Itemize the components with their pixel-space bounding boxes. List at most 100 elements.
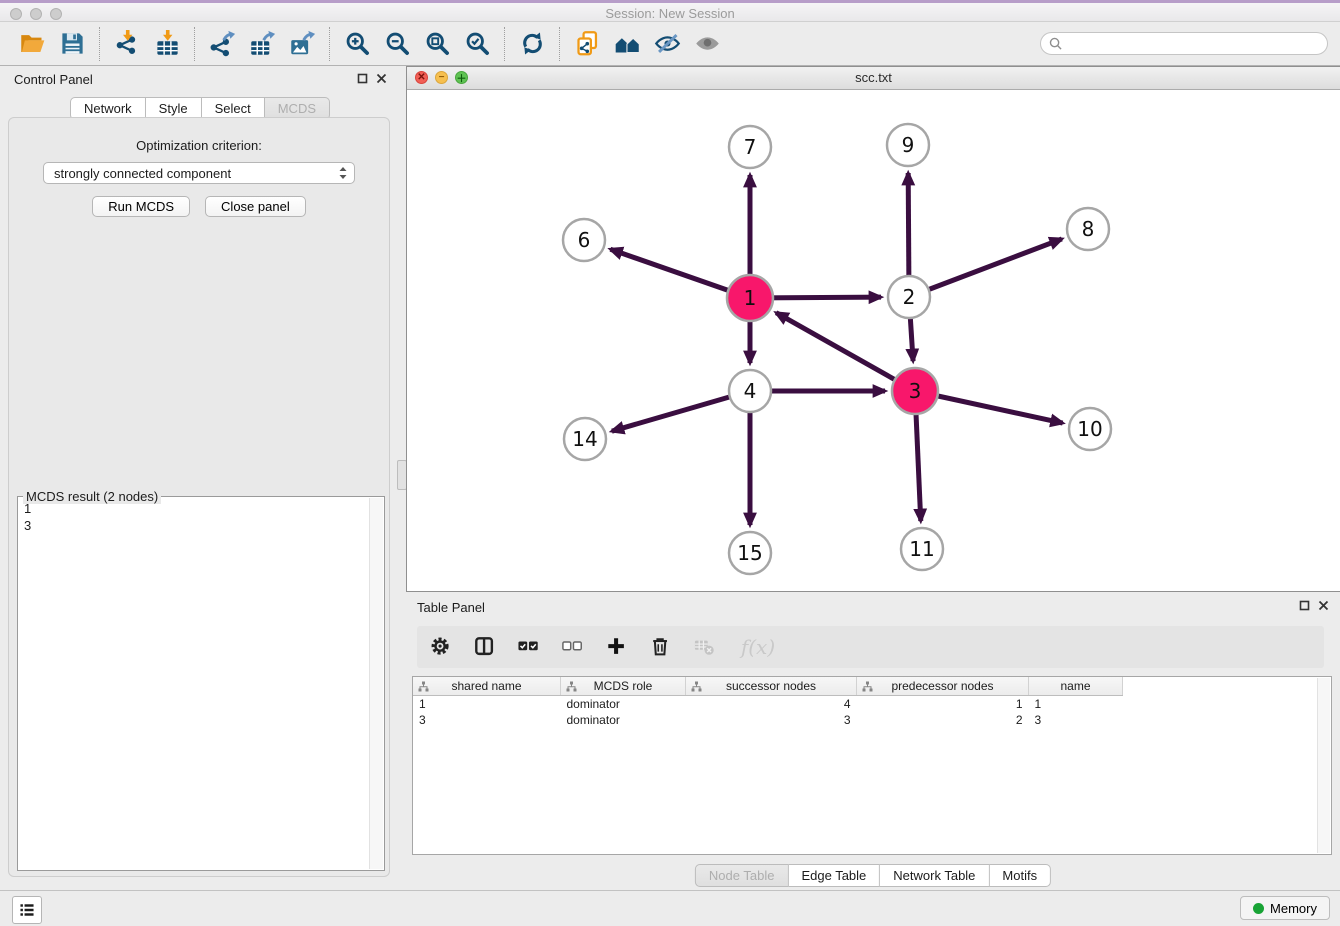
copy-style-icon — [574, 30, 601, 57]
copy-style-button[interactable] — [567, 25, 607, 63]
table-cell[interactable]: 1 — [857, 696, 1029, 713]
table-cell[interactable]: 2 — [857, 712, 1029, 728]
refresh-view-button[interactable] — [512, 25, 552, 63]
export-image-icon — [289, 30, 316, 57]
memory-button[interactable]: Memory — [1240, 896, 1330, 920]
graph-node-10[interactable]: 10 — [1069, 408, 1111, 450]
mcds-result-title: MCDS result (2 nodes) — [23, 489, 161, 504]
first-neighbors-button[interactable] — [607, 25, 647, 63]
app-titlebar: Session: New Session — [0, 0, 1340, 22]
float-table-panel-icon[interactable] — [1299, 600, 1310, 611]
column-header-predecessor-nodes[interactable]: predecessor nodes — [857, 677, 1029, 696]
close-table-panel-icon[interactable] — [1318, 600, 1329, 611]
tab-network-table[interactable]: Network Table — [880, 864, 989, 887]
deselect-all-checks-button[interactable] — [561, 635, 585, 659]
select-all-checks-button[interactable] — [517, 635, 541, 659]
table-cell[interactable]: 1 — [1029, 696, 1123, 713]
search-input[interactable] — [1067, 35, 1319, 52]
optimization-criterion-label: Optimization criterion: — [9, 138, 389, 153]
column-header-shared-name[interactable]: shared name — [413, 677, 561, 696]
table-row[interactable]: 1dominator411 — [413, 696, 1123, 713]
memory-status-icon — [1253, 903, 1264, 914]
table-panel-title: Table Panel — [417, 600, 485, 615]
delete-table-button[interactable] — [693, 635, 717, 659]
import-network-button[interactable] — [107, 25, 147, 63]
tab-edge-table[interactable]: Edge Table — [788, 864, 880, 887]
function-builder-fx-button[interactable]: f(x) — [737, 635, 779, 659]
save-session-button[interactable] — [52, 25, 92, 63]
table-cell[interactable]: dominator — [561, 696, 686, 713]
export-image-button[interactable] — [282, 25, 322, 63]
node-label: 3 — [909, 379, 922, 403]
selected-criterion: strongly connected component — [54, 166, 337, 181]
toolbar-separator — [559, 27, 560, 61]
network-canvas[interactable]: 7 9 6 8 1 2 4 3 14 10 15 11 — [407, 90, 1340, 591]
main-toolbar — [0, 22, 1340, 66]
show-all-icon — [694, 30, 721, 57]
export-table-button[interactable] — [242, 25, 282, 63]
optimization-criterion-select[interactable]: strongly connected component — [43, 162, 355, 184]
column-type-icon — [862, 681, 873, 692]
node-label: 11 — [909, 537, 934, 561]
search-field[interactable] — [1040, 32, 1328, 55]
zoom-in-button[interactable] — [337, 25, 377, 63]
node-label: 7 — [744, 135, 757, 159]
node-label: 15 — [737, 541, 762, 565]
result-scrollbar[interactable] — [369, 498, 383, 869]
table-row[interactable]: 3dominator323 — [413, 712, 1123, 728]
table-cell[interactable]: 1 — [413, 696, 561, 713]
graph-node-14[interactable]: 14 — [564, 418, 606, 460]
graph-node-11[interactable]: 11 — [901, 528, 943, 570]
open-session-button[interactable] — [12, 25, 52, 63]
edge-2-8[interactable] — [909, 239, 1062, 297]
zoom-selected-button[interactable] — [457, 25, 497, 63]
memory-label: Memory — [1270, 901, 1317, 916]
show-columns-button[interactable] — [473, 635, 497, 659]
zoom-fit-button[interactable] — [417, 25, 457, 63]
column-settings-gear-button[interactable] — [429, 635, 453, 659]
graph-node-3[interactable]: 3 — [892, 368, 938, 414]
table-cell[interactable]: dominator — [561, 712, 686, 728]
export-network-button[interactable] — [202, 25, 242, 63]
import-table-button[interactable] — [147, 25, 187, 63]
graph-node-8[interactable]: 8 — [1067, 208, 1109, 250]
delete-column-trash-button[interactable] — [649, 635, 673, 659]
graph-node-4[interactable]: 4 — [729, 370, 771, 412]
mcds-result-box: MCDS result (2 nodes) 13 — [17, 496, 385, 871]
graph-node-6[interactable]: 6 — [563, 219, 605, 261]
table-scrollbar[interactable] — [1317, 678, 1330, 853]
show-all-button[interactable] — [687, 25, 727, 63]
tab-node-table[interactable]: Node Table — [695, 864, 789, 887]
run-mcds-button[interactable]: Run MCDS — [92, 196, 190, 217]
graph-node-7[interactable]: 7 — [729, 126, 771, 168]
close-panel-icon[interactable] — [376, 73, 387, 84]
table-cell[interactable]: 3 — [413, 712, 561, 728]
show-columns-icon — [474, 636, 496, 658]
add-column-plus-button[interactable] — [605, 635, 629, 659]
delete-table-icon — [694, 636, 716, 658]
column-header-MCDS-role[interactable]: MCDS role — [561, 677, 686, 696]
table-cell[interactable]: 3 — [686, 712, 857, 728]
close-panel-button[interactable]: Close panel — [205, 196, 306, 217]
network-window-titlebar: ✕ − ＋ scc.txt — [407, 67, 1340, 90]
network-graph[interactable]: 7 9 6 8 1 2 4 3 14 10 15 11 — [407, 90, 1338, 592]
tab-motifs[interactable]: Motifs — [989, 864, 1051, 887]
node-label: 6 — [578, 228, 591, 252]
graph-node-1[interactable]: 1 — [727, 275, 773, 321]
column-header-successor-nodes[interactable]: successor nodes — [686, 677, 857, 696]
table-cell[interactable]: 3 — [1029, 712, 1123, 728]
column-type-icon — [418, 681, 429, 692]
show-panels-button[interactable] — [12, 896, 42, 924]
zoom-out-button[interactable] — [377, 25, 417, 63]
zoom-out-icon — [384, 30, 411, 57]
graph-node-15[interactable]: 15 — [729, 532, 771, 574]
column-header-name[interactable]: name — [1029, 677, 1123, 696]
list-icon — [18, 901, 36, 919]
graph-node-9[interactable]: 9 — [887, 124, 929, 166]
deselect-all-checks-icon — [562, 636, 584, 658]
float-panel-icon[interactable] — [357, 73, 368, 84]
table-cell[interactable]: 4 — [686, 696, 857, 713]
hide-selected-button[interactable] — [647, 25, 687, 63]
graph-node-2[interactable]: 2 — [888, 276, 930, 318]
search-icon — [1049, 37, 1062, 50]
